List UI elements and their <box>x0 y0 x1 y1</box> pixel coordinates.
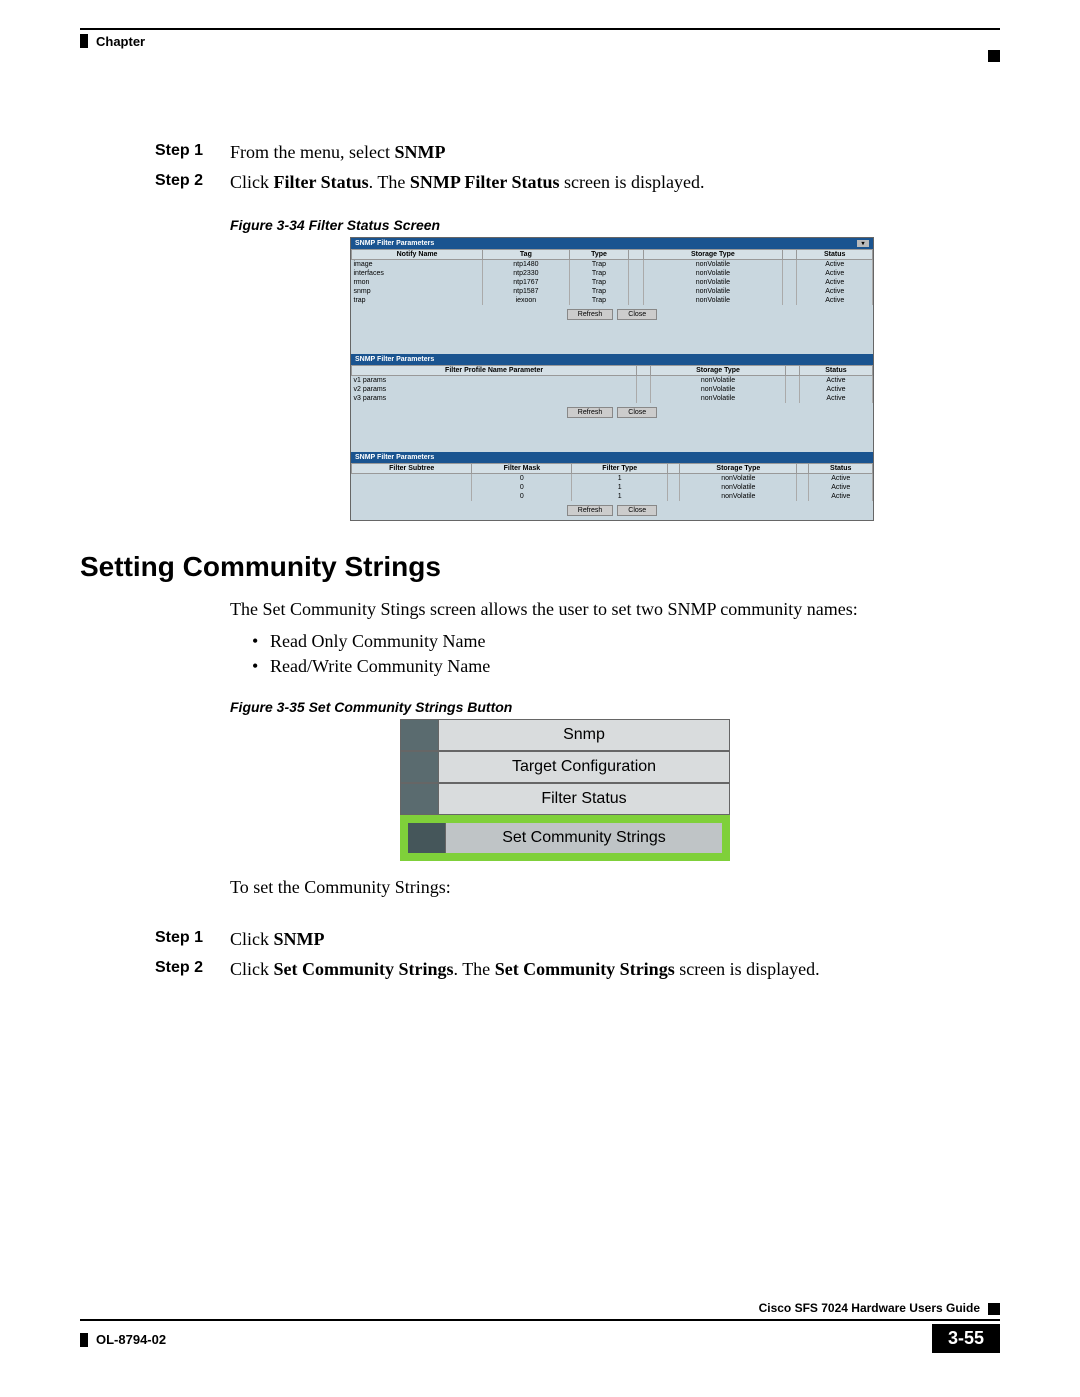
step-text: From the menu, select SNMP <box>230 140 1000 164</box>
bullet-list: Read Only Community Name Read/Write Comm… <box>252 631 1000 677</box>
close-button: Close <box>617 309 657 320</box>
step-row: Step 1 Click SNMP <box>80 927 1000 951</box>
header-right-marker <box>988 50 1000 62</box>
menu-item-snmp: Snmp <box>400 719 730 751</box>
list-item: Read/Write Community Name <box>252 656 1000 677</box>
refresh-button: Refresh <box>567 309 614 320</box>
filter-table-2: Filter Profile Name ParameterStorage Typ… <box>351 365 873 403</box>
step-label: Step 2 <box>155 957 230 981</box>
footer-doc-number: OL-8794-02 <box>96 1332 166 1347</box>
menu-screenshot: Snmp Target Configuration Filter Status … <box>400 719 730 861</box>
footer-rule <box>80 1319 1000 1321</box>
menu-item-target-config: Target Configuration <box>400 751 730 783</box>
figure-caption: Figure 3-35 Set Community Strings Button <box>230 699 1000 715</box>
header-chapter: Chapter <box>96 34 145 49</box>
step-label: Step 1 <box>155 140 230 164</box>
page-number: 3-55 <box>932 1324 1000 1353</box>
filter-status-screenshot: SNMP Filter Parameters▾ Notify NameTagTy… <box>350 237 874 521</box>
step-text: Click SNMP <box>230 927 1000 951</box>
step-text: Click Filter Status. The SNMP Filter Sta… <box>230 170 1000 194</box>
footer-guide-title: Cisco SFS 7024 Hardware Users Guide <box>759 1301 980 1315</box>
intro-paragraph: The Set Community Stings screen allows t… <box>230 597 1000 621</box>
step-text: Click Set Community Strings. The Set Com… <box>230 957 1000 981</box>
filter-table-1: Notify NameTagTypeStorage TypeStatus ima… <box>351 249 873 305</box>
menu-item-filter-status: Filter Status <box>400 783 730 815</box>
section-heading: Setting Community Strings <box>80 551 1000 583</box>
list-item: Read Only Community Name <box>252 631 1000 652</box>
lead-in: To set the Community Strings: <box>230 875 1000 899</box>
menu-item-set-community-strings: Set Community Strings <box>400 815 730 861</box>
dropdown-icon: ▾ <box>857 240 869 247</box>
step-row: Step 1 From the menu, select SNMP <box>80 140 1000 164</box>
filter-table-3: Filter SubtreeFilter MaskFilter TypeStor… <box>351 463 873 501</box>
footer-left-marker <box>80 1333 88 1347</box>
footer-marker <box>988 1303 1000 1315</box>
header-rule <box>80 28 1000 30</box>
step-row: Step 2 Click Set Community Strings. The … <box>80 957 1000 981</box>
step-label: Step 1 <box>155 927 230 951</box>
step-label: Step 2 <box>155 170 230 194</box>
step-row: Step 2 Click Filter Status. The SNMP Fil… <box>80 170 1000 194</box>
header-marker <box>80 34 88 48</box>
figure-caption: Figure 3-34 Filter Status Screen <box>230 217 1000 233</box>
